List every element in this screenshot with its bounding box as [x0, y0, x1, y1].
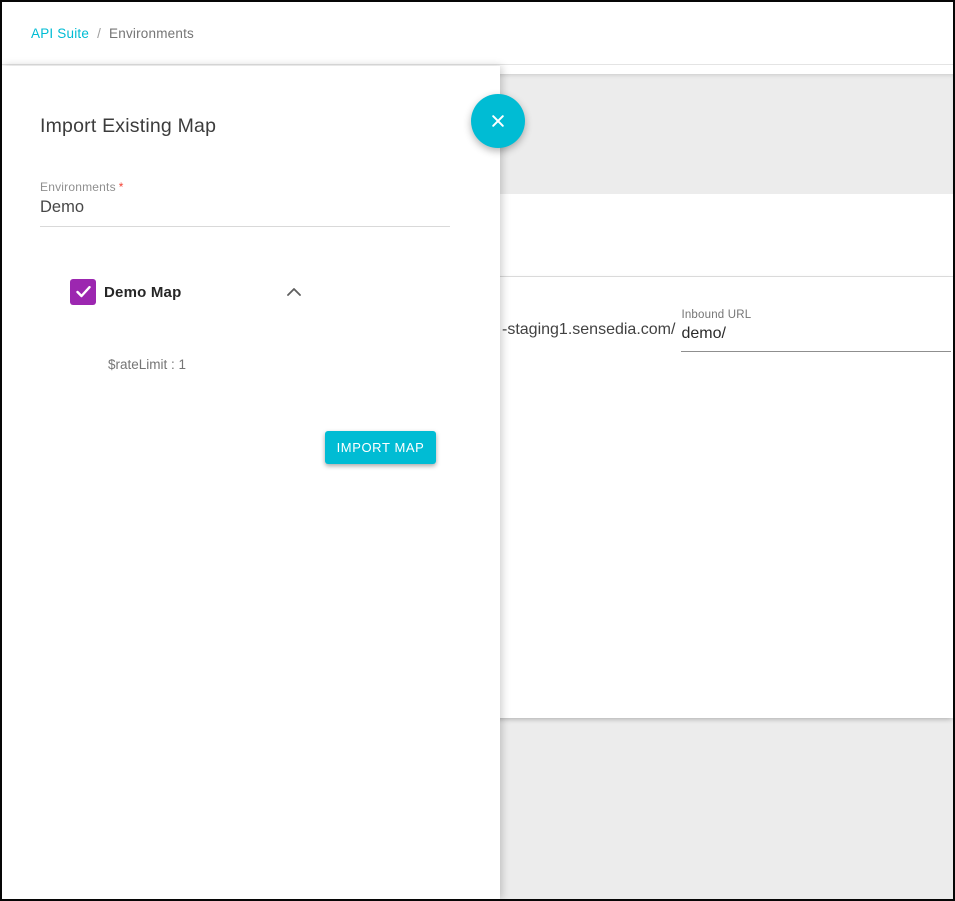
inbound-url-input[interactable]: demo/: [681, 325, 951, 352]
close-button[interactable]: [471, 94, 525, 148]
breadcrumb-separator: /: [97, 26, 101, 41]
import-map-drawer: Import Existing Map Environments* Demo D…: [2, 66, 500, 899]
main-area: -staging1.sensedia.com/ Inbound URL demo…: [2, 66, 953, 899]
map-collapse-button[interactable]: [283, 281, 305, 303]
drawer-title: Import Existing Map: [40, 115, 216, 138]
inbound-host-suffix: -staging1.sensedia.com/: [502, 321, 675, 352]
check-icon: [76, 286, 91, 298]
breadcrumb-environments: Environments: [109, 26, 194, 41]
environments-field-label: Environments*: [40, 180, 450, 194]
breadcrumb: API Suite / Environments: [31, 26, 194, 41]
map-name-label: Demo Map: [104, 284, 181, 301]
map-rate-limit-detail: $rateLimit : 1: [108, 357, 186, 372]
topbar: API Suite / Environments: [2, 2, 953, 65]
map-list-item: Demo Map: [70, 279, 181, 305]
inbound-url-label: Inbound URL: [681, 309, 951, 321]
inbound-url-field[interactable]: Inbound URL demo/: [681, 309, 951, 352]
import-map-button[interactable]: IMPORT MAP: [325, 431, 436, 464]
x-icon: [489, 112, 507, 130]
environments-input[interactable]: Demo: [40, 198, 450, 227]
chevron-up-icon: [287, 288, 301, 296]
inbound-url-row: -staging1.sensedia.com/ Inbound URL demo…: [502, 309, 951, 352]
required-asterisk: *: [119, 180, 124, 194]
map-checkbox[interactable]: [70, 279, 96, 305]
breadcrumb-api-suite[interactable]: API Suite: [31, 26, 89, 41]
app-window: API Suite / Environments -staging1.sense…: [0, 0, 955, 901]
environments-field: Environments* Demo: [40, 180, 450, 227]
